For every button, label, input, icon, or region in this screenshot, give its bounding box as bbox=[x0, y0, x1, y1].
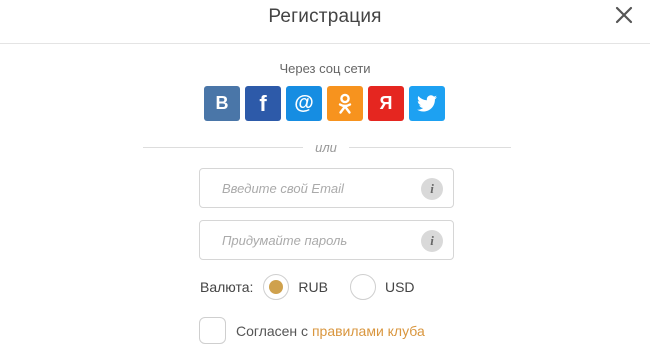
social-label: Через соц сети bbox=[279, 61, 371, 76]
password-input[interactable] bbox=[200, 221, 410, 259]
agree-rules: Согласен с правилами клуба bbox=[199, 317, 425, 344]
currency-option-rub[interactable]: RUB bbox=[263, 274, 328, 300]
agree-text: Согласен с bbox=[236, 322, 312, 339]
info-icon[interactable]: i bbox=[421, 230, 443, 252]
yandex-button[interactable]: Я bbox=[368, 86, 404, 121]
twitter-icon bbox=[417, 95, 437, 112]
modal-title: Регистрация bbox=[268, 6, 382, 27]
email-input[interactable] bbox=[200, 169, 410, 207]
usd-radio[interactable] bbox=[349, 274, 376, 300]
mailru-button[interactable]: @ bbox=[286, 86, 322, 121]
usd-label: USD bbox=[384, 279, 415, 295]
vk-button[interactable]: B bbox=[204, 86, 240, 121]
info-icon[interactable]: i bbox=[421, 178, 443, 200]
rub-label: RUB bbox=[298, 279, 328, 295]
odnoklassniki-button[interactable] bbox=[327, 86, 363, 121]
password-field[interactable]: i bbox=[199, 220, 454, 260]
club-rules-link[interactable]: правилами клуба bbox=[312, 323, 425, 339]
radio-selected-dot bbox=[269, 280, 284, 294]
facebook-icon: f bbox=[259, 90, 267, 116]
currency-label: Валюта: bbox=[200, 279, 254, 295]
currency-option-usd[interactable]: USD bbox=[349, 274, 415, 300]
rub-radio[interactable] bbox=[263, 274, 290, 300]
vk-icon: B bbox=[215, 93, 229, 113]
facebook-button[interactable]: f bbox=[245, 86, 281, 121]
social-buttons: B f @ Я bbox=[204, 86, 445, 121]
odnoklassniki-icon bbox=[338, 93, 352, 114]
mailru-icon: @ bbox=[294, 92, 314, 114]
yandex-icon: Я bbox=[379, 93, 393, 113]
divider-text: или bbox=[303, 140, 349, 155]
twitter-button[interactable] bbox=[409, 86, 445, 121]
currency-selector: Валюта: RUB USD bbox=[200, 273, 415, 301]
email-field[interactable]: i bbox=[199, 168, 454, 208]
agree-checkbox[interactable] bbox=[199, 317, 226, 344]
modal-header: Регистрация bbox=[0, 0, 650, 44]
close-icon[interactable] bbox=[614, 5, 634, 25]
